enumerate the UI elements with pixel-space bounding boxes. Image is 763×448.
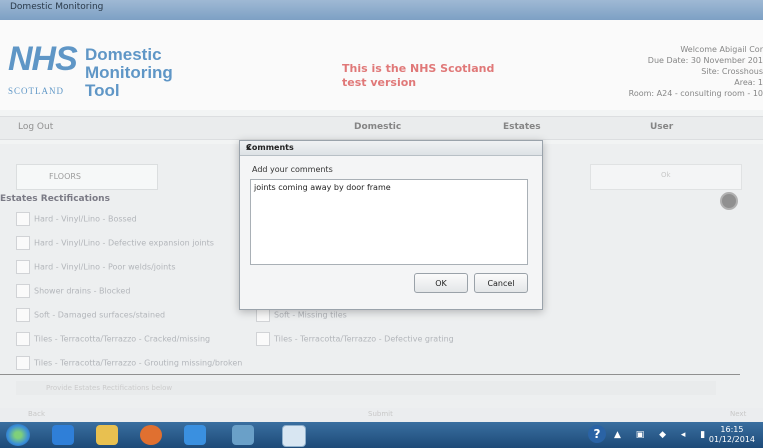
clock-date: 01/12/2014 — [708, 435, 755, 444]
browser-icon[interactable] — [184, 425, 206, 445]
comments-dialog: Comments x Add your comments joints comi… — [239, 140, 543, 310]
window-titlebar: Domestic Monitoring — [0, 0, 763, 20]
taskbar: ? ▲ ▣ ◆ ◂ ▮ 16:15 01/12/2014 — [0, 422, 763, 448]
start-icon[interactable] — [6, 424, 30, 446]
clock-time: 16:15 — [720, 425, 744, 434]
cancel-button[interactable]: Cancel — [474, 273, 528, 293]
media-player-icon[interactable] — [140, 425, 162, 445]
dialog-titlebar: Comments x — [240, 141, 542, 156]
folder-icon[interactable] — [96, 425, 118, 445]
comments-prompt: Add your comments — [252, 165, 333, 174]
active-app-icon[interactable] — [282, 425, 306, 447]
clock[interactable]: 16:15 01/12/2014 — [709, 425, 755, 445]
ie-icon[interactable] — [52, 425, 74, 445]
comments-textarea[interactable]: joints coming away by door frame — [250, 179, 528, 265]
help-icon[interactable]: ? — [588, 425, 606, 443]
network-app-icon[interactable] — [232, 425, 254, 445]
close-icon[interactable]: x — [246, 143, 536, 152]
ok-button[interactable]: OK — [414, 273, 468, 293]
window-title: Domestic Monitoring — [10, 2, 104, 12]
tray-icons[interactable]: ▲ ▣ ◆ ◂ ▮ — [614, 430, 711, 440]
